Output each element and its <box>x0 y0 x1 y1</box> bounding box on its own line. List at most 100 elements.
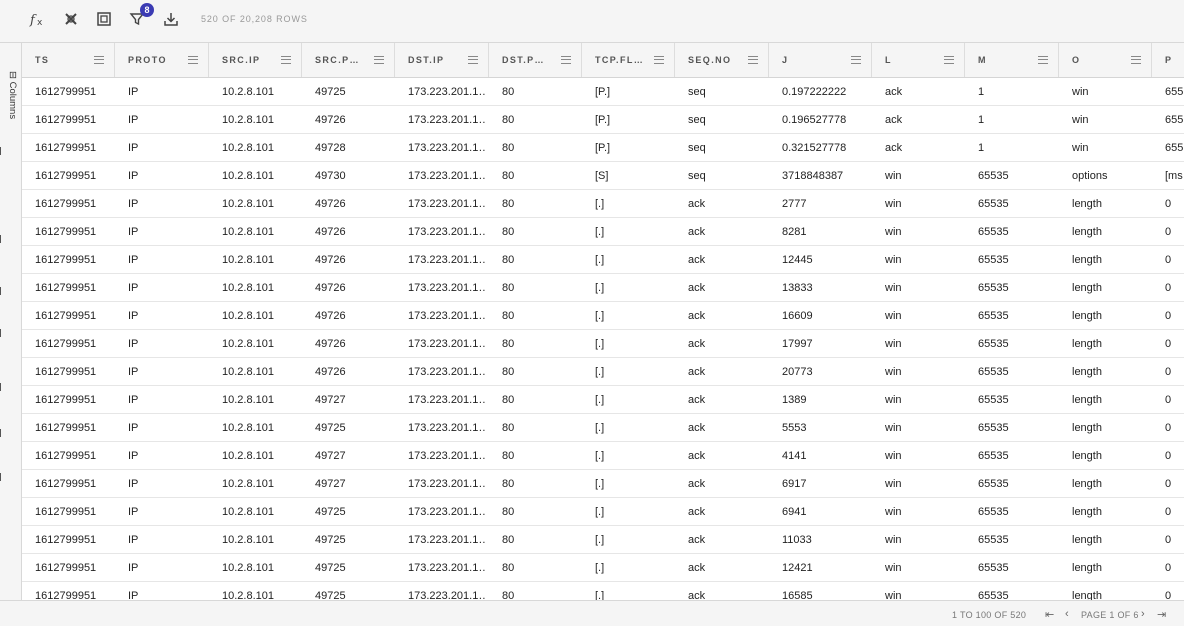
table-row[interactable]: 1612799951 IP 10.2.8.101 49725 173.223.201.1… <box>22 554 1184 582</box>
layers-icon[interactable] <box>60 8 82 30</box>
download-icon[interactable] <box>160 8 182 30</box>
table-cell: 10.2.8.101 <box>222 562 274 574</box>
table-row[interactable]: 1612799951 IP 10.2.8.101 49726 173.223.201.1… <box>22 274 1184 302</box>
table-cell: 80 <box>502 338 515 350</box>
column-menu-icon[interactable] <box>654 56 664 64</box>
table-row[interactable]: 1612799951 IP 10.2.8.101 49726 173.223.201.1… <box>22 218 1184 246</box>
column-menu-icon[interactable] <box>374 56 384 64</box>
column-header[interactable]: P <box>1152 43 1184 77</box>
table-cell: 65535 <box>978 590 1009 600</box>
table-cell: 10.2.8.101 <box>222 450 274 462</box>
table-row[interactable]: 1612799951 IP 10.2.8.101 49725 173.223.201.1… <box>22 78 1184 106</box>
side-divider <box>0 473 1 481</box>
table-cell: 49725 <box>315 590 346 600</box>
table-cell: length <box>1072 366 1102 378</box>
table-row[interactable]: 1612799951 IP 10.2.8.101 49726 173.223.201.1… <box>22 302 1184 330</box>
prev-page-icon[interactable]: ‹ <box>1065 608 1069 620</box>
column-menu-icon[interactable] <box>188 56 198 64</box>
table-row[interactable]: 1612799951 IP 10.2.8.101 49725 173.223.201.1… <box>22 414 1184 442</box>
table-cell: 655 <box>1165 142 1184 154</box>
table-row[interactable]: 1612799951 IP 10.2.8.101 49728 173.223.201.1… <box>22 134 1184 162</box>
table-row[interactable]: 1612799951 IP 10.2.8.101 49727 173.223.201.1… <box>22 442 1184 470</box>
table-cell: 10.2.8.101 <box>222 310 274 322</box>
grid-header: TS PROTO SRC.IP SRC.P… DST.IP DST.P… TCP.FL… SE… <box>22 43 1184 78</box>
table-cell: 1 <box>978 86 985 98</box>
first-page-icon[interactable]: ⇤ <box>1045 608 1054 621</box>
table-cell: 10.2.8.101 <box>222 534 274 546</box>
side-divider <box>0 383 1 391</box>
table-row[interactable]: 1612799951 IP 10.2.8.101 49726 173.223.201.1… <box>22 246 1184 274</box>
column-menu-icon[interactable] <box>468 56 478 64</box>
column-header[interactable]: DST.P… <box>489 43 582 77</box>
table-cell: 49727 <box>315 478 346 490</box>
column-header[interactable]: O <box>1059 43 1152 77</box>
table-cell: 10.2.8.101 <box>222 478 274 490</box>
table-cell: 49725 <box>315 534 346 546</box>
column-header[interactable]: DST.IP <box>395 43 489 77</box>
next-page-icon[interactable]: › <box>1141 608 1145 620</box>
table-cell: win <box>885 562 902 574</box>
column-header[interactable]: SRC.P… <box>302 43 395 77</box>
last-page-icon[interactable]: ⇥ <box>1157 608 1166 621</box>
column-menu-icon[interactable] <box>1131 56 1141 64</box>
table-cell: 10.2.8.101 <box>222 254 274 266</box>
table-cell: 173.223.201.1… <box>408 506 486 518</box>
table-cell: 5553 <box>782 422 807 434</box>
table-cell: 65535 <box>978 478 1009 490</box>
table-row[interactable]: 1612799951 IP 10.2.8.101 49727 173.223.201.1… <box>22 470 1184 498</box>
table-cell: IP <box>128 394 139 406</box>
column-menu-icon[interactable] <box>94 56 104 64</box>
table-cell: 1 <box>978 114 985 126</box>
table-cell: 1 <box>978 142 985 154</box>
column-header-label: TCP.FL… <box>595 55 645 65</box>
column-header[interactable]: PROTO <box>115 43 209 77</box>
table-cell: IP <box>128 310 139 322</box>
table-cell: 173.223.201.1… <box>408 338 486 350</box>
column-header[interactable]: M <box>965 43 1059 77</box>
pagination-bar: 1 TO 100 OF 520 ⇤ ‹ PAGE 1 OF 6 › ⇥ <box>0 600 1184 626</box>
table-cell: seq <box>688 114 706 126</box>
column-header[interactable]: TCP.FL… <box>582 43 675 77</box>
table-cell: 173.223.201.1… <box>408 422 486 434</box>
table-cell: 49728 <box>315 142 346 154</box>
columns-tab[interactable]: ⊟ Columns <box>4 71 18 131</box>
table-cell: 173.223.201.1… <box>408 282 486 294</box>
table-row[interactable]: 1612799951 IP 10.2.8.101 49727 173.223.201.1… <box>22 386 1184 414</box>
table-cell: 1612799951 <box>35 366 97 378</box>
column-menu-icon[interactable] <box>281 56 291 64</box>
column-menu-icon[interactable] <box>851 56 861 64</box>
column-header[interactable]: SRC.IP <box>209 43 302 77</box>
table-cell: ack <box>688 562 706 574</box>
table-cell: [S] <box>595 170 609 182</box>
table-cell: [P.] <box>595 142 611 154</box>
table-cell: win <box>885 394 902 406</box>
table-row[interactable]: 1612799951 IP 10.2.8.101 49726 173.223.201.1… <box>22 358 1184 386</box>
column-menu-icon[interactable] <box>1038 56 1048 64</box>
column-header[interactable]: J <box>769 43 872 77</box>
table-row[interactable]: 1612799951 IP 10.2.8.101 49726 173.223.201.1… <box>22 190 1184 218</box>
fx-icon[interactable]: fx <box>27 8 49 30</box>
table-cell: seq <box>688 142 706 154</box>
column-menu-icon[interactable] <box>748 56 758 64</box>
column-header[interactable]: TS <box>22 43 115 77</box>
table-cell: 49725 <box>315 422 346 434</box>
column-header[interactable]: SEQ.NO <box>675 43 769 77</box>
table-row[interactable]: 1612799951 IP 10.2.8.101 49725 173.223.201.1… <box>22 526 1184 554</box>
table-row[interactable]: 1612799951 IP 10.2.8.101 49725 173.223.201.1… <box>22 582 1184 600</box>
column-menu-icon[interactable] <box>944 56 954 64</box>
frame-icon[interactable] <box>93 8 115 30</box>
column-header[interactable]: L <box>872 43 965 77</box>
table-cell: 11033 <box>782 534 812 546</box>
table-cell: 173.223.201.1… <box>408 534 486 546</box>
table-row[interactable]: 1612799951 IP 10.2.8.101 49725 173.223.201.1… <box>22 498 1184 526</box>
table-row[interactable]: 1612799951 IP 10.2.8.101 49726 173.223.201.1… <box>22 106 1184 134</box>
table-cell: win <box>885 338 902 350</box>
table-cell: 80 <box>502 142 515 154</box>
table-cell: 0 <box>1165 366 1172 378</box>
table-row[interactable]: 1612799951 IP 10.2.8.101 49730 173.223.201.1… <box>22 162 1184 190</box>
table-cell: 80 <box>502 198 515 210</box>
table-row[interactable]: 1612799951 IP 10.2.8.101 49726 173.223.201.1… <box>22 330 1184 358</box>
table-cell: 49725 <box>315 506 346 518</box>
column-menu-icon[interactable] <box>561 56 571 64</box>
table-cell: win <box>885 226 902 238</box>
